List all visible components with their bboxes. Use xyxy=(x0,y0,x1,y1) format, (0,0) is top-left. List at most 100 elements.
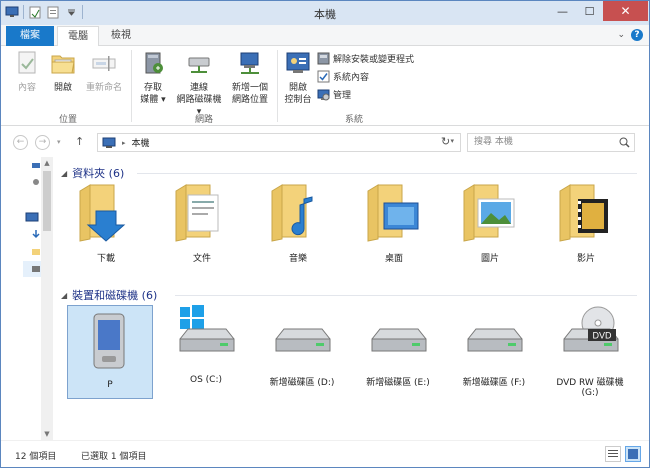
folder-item[interactable]: 文件 xyxy=(159,181,245,264)
nav-network-icon[interactable] xyxy=(31,177,41,187)
computer-icon xyxy=(102,137,116,148)
system-drive-icon xyxy=(179,305,235,352)
properties-button[interactable]: 內容 xyxy=(9,50,45,94)
folder-item[interactable]: 圖片 xyxy=(447,181,533,264)
access-media-icon xyxy=(145,52,163,74)
ribbon: 內容 開啟 重新命名 位置 存取 媒體 ▾ 連線 網路磁碟機 ▾ 新增一個 網路… xyxy=(1,46,649,126)
content-pane: ◢ 資料夾 (6) 下載 文件 音樂 桌面 圖片 影片 ◢ 裝置和磁碟機 (6) P OS … xyxy=(57,157,649,440)
drive-item[interactable]: 新增磁碟區 (F:) xyxy=(451,305,537,388)
drive-item[interactable]: DVD DVD RW 磁碟機 (G:) xyxy=(547,305,633,398)
access-media-button[interactable]: 存取 媒體 ▾ xyxy=(135,50,171,106)
ribbon-tabs: 檔案 電腦 檢視 ⌄ ? xyxy=(1,25,649,47)
add-network-location-icon xyxy=(240,52,259,74)
large-icons-view-icon xyxy=(628,449,638,459)
section-divider xyxy=(137,173,637,174)
drive-label: P xyxy=(107,380,113,390)
folder-item[interactable]: 音樂 xyxy=(255,181,341,264)
hard-drive-icon xyxy=(275,328,331,352)
properties-icon xyxy=(18,51,36,74)
drive-item[interactable]: 新增磁碟區 (E:) xyxy=(355,305,441,388)
breadcrumb-current[interactable]: 本機 xyxy=(132,136,150,149)
nav-selected-item[interactable] xyxy=(23,261,41,277)
minimize-button[interactable]: — xyxy=(549,1,576,21)
uninstall-icon xyxy=(317,52,330,64)
address-dropdown-icon[interactable]: ▾ xyxy=(450,137,454,145)
nav-computer-icon[interactable] xyxy=(31,161,41,171)
details-view-button[interactable] xyxy=(605,446,621,462)
collapse-chevron-icon[interactable]: ◢ xyxy=(61,291,67,300)
section-divider-2 xyxy=(175,295,637,296)
hard-drive-icon xyxy=(467,328,523,352)
refresh-icon[interactable]: ↻ xyxy=(441,135,450,148)
scroll-down-arrow[interactable]: ▼ xyxy=(41,428,53,440)
tab-computer[interactable]: 電腦 xyxy=(57,26,99,47)
scrollbar-thumb[interactable] xyxy=(43,171,51,231)
drive-item[interactable]: OS (C:) xyxy=(163,305,249,385)
folder-label: 音樂 xyxy=(288,254,307,264)
drive-item[interactable]: P xyxy=(67,305,153,399)
folder-label: 下載 xyxy=(96,254,115,264)
drive-label: 新增磁碟區 (F:) xyxy=(462,378,526,388)
folder-item[interactable]: 影片 xyxy=(543,181,629,264)
pictures-folder-icon xyxy=(463,184,515,242)
downloads-folder-icon xyxy=(79,184,126,242)
group-divider-2 xyxy=(277,50,278,122)
uninstall-programs-button[interactable]: 解除安裝或變更程式 xyxy=(317,50,414,66)
device-phone-icon xyxy=(93,313,125,369)
address-bar[interactable]: ▸ 本機 ▾ xyxy=(97,133,461,152)
drive-item[interactable]: 新增磁碟區 (D:) xyxy=(259,305,345,388)
close-button[interactable]: ✕ xyxy=(603,1,648,21)
title-bar: 本機 — ☐ ✕ xyxy=(1,1,649,25)
videos-folder-icon xyxy=(559,184,608,242)
rename-button[interactable]: 重新命名 xyxy=(81,50,127,94)
scroll-up-arrow[interactable]: ▲ xyxy=(41,157,53,169)
explorer-window: 本機 — ☐ ✕ 檔案 電腦 檢視 ⌄ ? 內容 開啟 重新命名 位置 存取 媒… xyxy=(0,0,650,468)
drive-label: 新增磁碟區 (E:) xyxy=(366,378,430,388)
ribbon-controls: ⌄ ? xyxy=(617,29,643,41)
control-panel-icon xyxy=(286,52,310,73)
recent-locations-dropdown-icon[interactable]: ▾ xyxy=(57,138,61,146)
nav-download-icon[interactable] xyxy=(31,229,41,239)
help-icon[interactable]: ? xyxy=(631,29,643,41)
large-icons-view-button[interactable] xyxy=(625,446,641,462)
open-control-panel-button[interactable]: 開啟 控制台 xyxy=(281,50,315,106)
breadcrumb-chevron-icon[interactable]: ▸ xyxy=(122,139,126,147)
collapse-chevron-icon[interactable]: ◢ xyxy=(61,169,67,178)
folder-item[interactable]: 桌面 xyxy=(351,181,437,264)
folders-section-header[interactable]: ◢ 資料夾 (6) xyxy=(61,165,124,181)
forward-button[interactable]: → xyxy=(35,135,50,150)
drive-label: 新增磁碟區 (D:) xyxy=(269,378,335,388)
maximize-button[interactable]: ☐ xyxy=(576,1,603,21)
nav-pc-icon[interactable] xyxy=(25,212,39,224)
group-label-network: 網路 xyxy=(194,115,213,125)
group-label-system: 系統 xyxy=(344,115,363,125)
system-properties-button[interactable]: 系統內容 xyxy=(317,68,369,84)
manage-button[interactable]: 管理 xyxy=(317,86,351,102)
navigation-pane-scrollbar[interactable]: ▲ ▼ xyxy=(41,157,53,440)
up-arrow-icon[interactable]: ↑ xyxy=(75,135,84,148)
add-network-location-button[interactable]: 新增一個 網路位置 xyxy=(227,50,273,106)
details-view-icon xyxy=(608,450,618,457)
chevron-down-icon[interactable]: ⌄ xyxy=(617,30,625,40)
tab-file[interactable]: 檔案 xyxy=(6,26,54,46)
drive-label: OS (C:) xyxy=(190,375,222,385)
desktop-folder-icon xyxy=(367,184,419,242)
nav-folder-icon[interactable] xyxy=(31,247,41,257)
tab-view[interactable]: 檢視 xyxy=(101,26,141,47)
back-button[interactable]: ← xyxy=(13,135,28,150)
navigation-bar: ← → ▾ ↑ ▸ 本機 ▾ ↻ 搜尋 本機 xyxy=(1,127,649,157)
folder-label: 桌面 xyxy=(384,254,403,264)
system-properties-icon xyxy=(317,70,330,82)
open-button[interactable]: 開啟 xyxy=(45,50,81,94)
manage-icon xyxy=(317,89,330,100)
devices-section-header[interactable]: ◢ 裝置和磁碟機 (6) xyxy=(61,287,157,303)
search-icon[interactable] xyxy=(619,137,630,148)
nav-drive-icon xyxy=(32,266,40,272)
search-input[interactable]: 搜尋 本機 xyxy=(467,133,635,152)
drive-label: DVD RW 磁碟機 (G:) xyxy=(556,378,624,398)
hard-drive-icon xyxy=(371,328,427,352)
map-network-drive-button[interactable]: 連線 網路磁碟機 ▾ xyxy=(173,50,225,118)
group-label-location: 位置 xyxy=(58,115,77,125)
rename-icon xyxy=(92,56,116,71)
folder-item[interactable]: 下載 xyxy=(63,181,149,264)
